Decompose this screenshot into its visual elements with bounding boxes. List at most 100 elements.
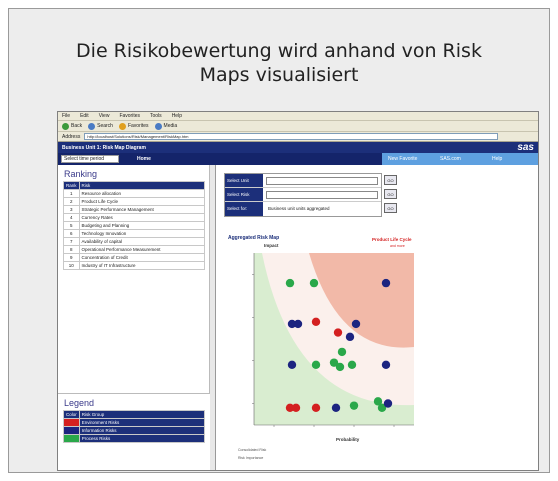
legend-title: Legend: [64, 398, 95, 408]
color-header: Color: [63, 410, 80, 419]
go-button-unit[interactable]: GO: [384, 175, 397, 185]
color-swatch: [63, 418, 80, 427]
footnote-1: Consolidated Risk: [238, 448, 266, 452]
address-input[interactable]: http://localhost/Solutions/Risk/Manageme…: [84, 133, 498, 140]
x-axis-label: Probability: [336, 437, 360, 442]
risk-point: [311, 317, 321, 326]
sas-com-link[interactable]: SAS.com: [434, 153, 486, 165]
search-button[interactable]: Search: [88, 122, 113, 130]
table-row[interactable]: 7 Availability of capital: [63, 237, 206, 246]
table-row[interactable]: 4 Currency Rates: [63, 213, 206, 222]
risk-point: [383, 399, 393, 408]
table-row[interactable]: 3 Strategic Performance Management: [63, 205, 206, 214]
risk-point: [335, 362, 345, 372]
color-swatch: [63, 426, 80, 435]
risk-map-chart: Aggregated Risk Map Impact Product Life …: [228, 235, 414, 460]
search-icon: [88, 122, 96, 130]
star-icon: [118, 122, 126, 130]
risk-point: [349, 401, 359, 410]
legend-row: Information Risks: [63, 426, 206, 435]
select-risk-label: Select Risk: [225, 188, 263, 201]
select-for-row: Select for: Business unit units aggregat…: [225, 202, 381, 216]
risk-point: [345, 332, 355, 342]
address-label: Address: [62, 133, 81, 140]
application-screenshot: File Edit View Favorites Tools Help Back…: [57, 111, 539, 471]
favorites-button[interactable]: Favorites: [118, 122, 149, 130]
new-favorite-link[interactable]: New Favorite: [382, 153, 434, 165]
sas-logo: sas: [517, 142, 534, 153]
select-risk-dropdown[interactable]: [266, 190, 378, 199]
ranking-table: Rank Risk 1 Resource allocation 2 Product …: [63, 181, 206, 270]
legend-panel: Legend Color Risk Group Environment Risk…: [58, 393, 210, 470]
select-unit-dropdown[interactable]: [266, 176, 378, 185]
risk-point: [287, 360, 297, 369]
table-row[interactable]: 2 Product Life Cycle: [63, 197, 206, 206]
chart-title: Aggregated Risk Map: [228, 235, 279, 241]
table-row[interactable]: 6 Technology Innovation: [63, 229, 206, 238]
app-title-bar: Business Unit 1: Risk Map Diagram sas: [58, 142, 538, 153]
menu-favorites[interactable]: Favorites: [119, 113, 140, 119]
nav-links: New Favorite SAS.com Help: [382, 153, 538, 165]
color-swatch: [63, 434, 80, 443]
table-row[interactable]: 1 Resource allocation: [63, 189, 206, 198]
risk-point: [285, 278, 295, 288]
risk-point: [337, 347, 347, 357]
legend-row: Environment Risks: [63, 418, 206, 427]
selector-panel: Select Unit Select Risk Select for: Busi…: [224, 173, 382, 217]
app-navbar: Select time period Home New Favorite SAS…: [58, 153, 538, 165]
select-for-value[interactable]: Business unit units aggregated: [266, 205, 378, 213]
chart-annotation-sub: and more: [390, 244, 405, 248]
app-title: Business Unit 1: Risk Map Diagram: [62, 144, 146, 151]
home-link[interactable]: Home: [137, 156, 151, 162]
menu-edit[interactable]: Edit: [80, 113, 89, 119]
select-for-label: Select for:: [225, 202, 263, 216]
ranking-header-row: Rank Risk: [63, 181, 206, 190]
table-row[interactable]: 8 Operational Performance Measurement: [63, 245, 206, 254]
select-risk-row: Select Risk: [225, 188, 381, 202]
risk-point: [331, 403, 341, 412]
rank-header: Rank: [63, 181, 80, 190]
y-axis-label: Impact: [264, 243, 279, 248]
menu-view[interactable]: View: [99, 113, 110, 119]
menu-help[interactable]: Help: [172, 113, 182, 119]
table-row[interactable]: 5 Budgeting and Planning: [63, 221, 206, 230]
slide-frame: Die Risikobewertung wird anhand von Risk…: [8, 8, 550, 473]
address-bar: Address http://localhost/Solutions/Risk/…: [58, 132, 538, 142]
legend-table: Color Risk Group Environment Risks Infor…: [63, 410, 206, 443]
risk-point: [309, 278, 319, 288]
risk-point: [347, 360, 357, 369]
menu-file[interactable]: File: [62, 113, 70, 119]
help-link[interactable]: Help: [486, 153, 538, 165]
chart-annotation: Product Life Cycle: [372, 237, 412, 242]
legend-row: Process Risks: [63, 434, 206, 443]
media-button[interactable]: Media: [154, 122, 177, 130]
risk-point: [333, 328, 343, 337]
select-unit-row: Select Unit: [225, 174, 381, 188]
risk-group-header: Risk Group: [78, 410, 206, 419]
media-icon: [154, 122, 162, 130]
left-panel: Ranking Rank Risk 1 Resource allocation 2…: [58, 165, 216, 470]
select-unit-label: Select Unit: [225, 174, 263, 187]
risk-point: [293, 319, 303, 329]
risk-header: Risk: [78, 181, 206, 190]
back-arrow-icon: [62, 122, 69, 130]
risk-point: [381, 278, 391, 288]
table-row[interactable]: 10 Industry of IT Infrastructure: [63, 261, 206, 270]
plot-area: [252, 253, 414, 427]
go-button-for[interactable]: GO: [384, 203, 397, 213]
slide-title: Die Risikobewertung wird anhand von Risk…: [76, 40, 482, 86]
ranking-title: Ranking: [64, 169, 98, 179]
period-select[interactable]: Select time period: [61, 155, 119, 163]
footnote-2: Risk Importance: [238, 456, 263, 460]
back-button[interactable]: Back: [62, 122, 82, 130]
risk-point: [291, 403, 301, 412]
risk-point: [381, 360, 391, 369]
risk-point: [311, 403, 321, 412]
main-panel: Select Unit Select Risk Select for: Busi…: [218, 165, 538, 470]
browser-menubar: File Edit View Favorites Tools Help: [58, 112, 538, 121]
go-button-risk[interactable]: GO: [384, 189, 397, 199]
risk-point: [351, 319, 361, 329]
table-row[interactable]: 9 Concentration of Credit: [63, 253, 206, 262]
browser-toolbar: Back Search Favorites Media: [58, 121, 538, 132]
menu-tools[interactable]: Tools: [150, 113, 162, 119]
